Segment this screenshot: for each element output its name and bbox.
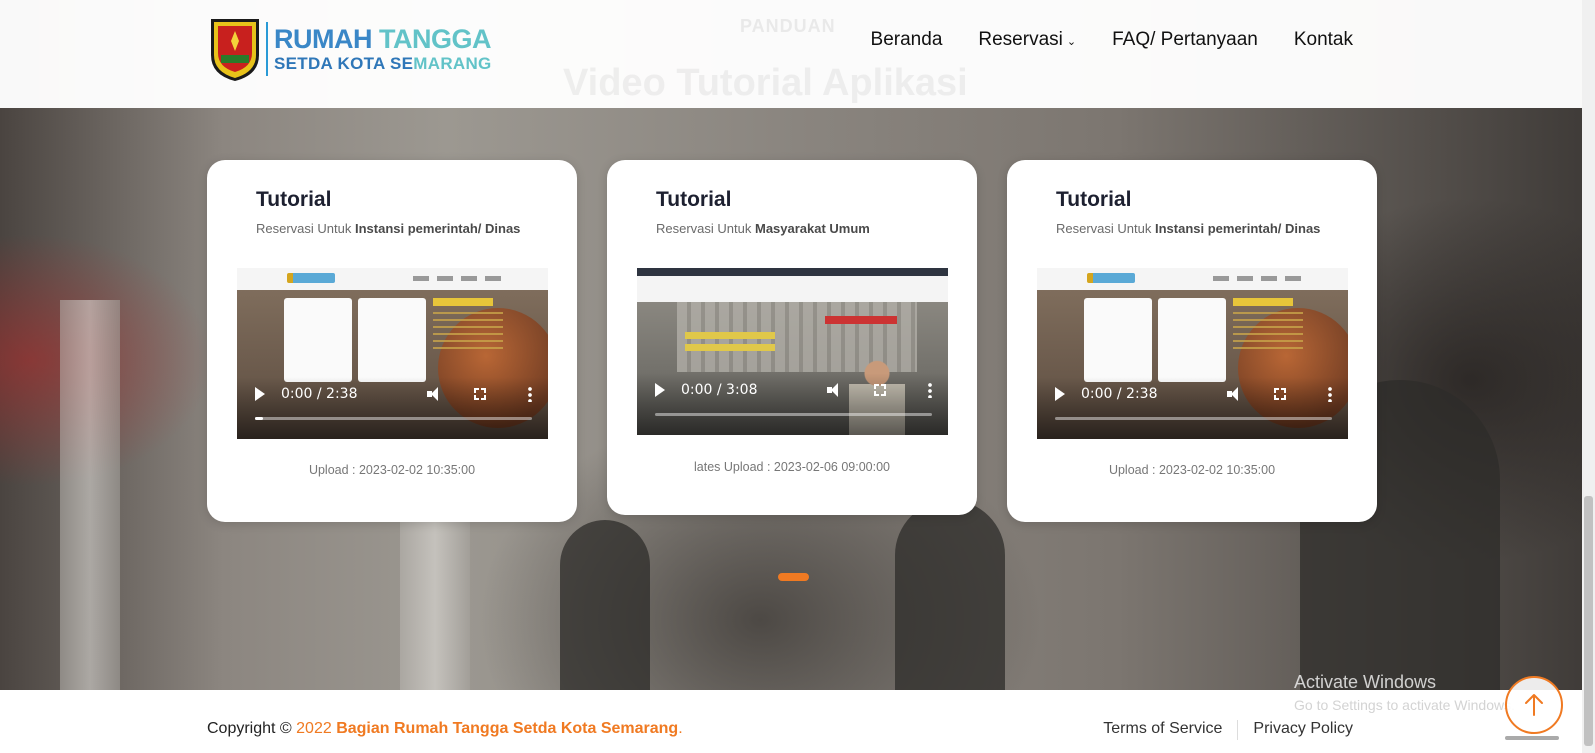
copyright-prefix: Copyright ©: [207, 720, 297, 737]
video-time: 0:00 / 2:38: [1081, 386, 1158, 402]
windows-activation-watermark: Activate Windows Go to Settings to activ…: [1294, 672, 1515, 713]
subtitle-bold: Instansi pemerintah/ Dinas: [354, 221, 521, 236]
card-title: Tutorial: [1056, 188, 1132, 211]
video-player[interactable]: 0:00 / 3:08: [637, 268, 948, 435]
video-controls: 0:00 / 2:38: [237, 377, 548, 439]
fullscreen-icon[interactable]: [872, 382, 888, 398]
card-subtitle: Reservasi Untuk Instansi pemerintah/ Din…: [256, 221, 520, 236]
arrow-up-icon: [1525, 694, 1543, 716]
nav-beranda[interactable]: Beranda: [871, 29, 943, 51]
tutorial-card: Tutorial Reservasi Untuk Masyarakat Umum…: [607, 160, 977, 515]
play-icon[interactable]: [255, 387, 265, 401]
card-subtitle: Reservasi Untuk Masyarakat Umum: [656, 221, 870, 236]
fullscreen-icon[interactable]: [472, 386, 488, 402]
video-controls: 0:00 / 2:38: [1037, 377, 1348, 439]
watermark-line1: Activate Windows: [1294, 672, 1437, 692]
carousel-dot-active[interactable]: [778, 573, 809, 581]
play-icon[interactable]: [655, 383, 665, 397]
copyright-org: Bagian Rumah Tangga Setda Kota Semarang: [336, 720, 679, 737]
footer-divider: [1237, 720, 1239, 740]
upload-date: Upload : 2023-02-02 10:35:00: [1108, 463, 1276, 477]
subtitle-prefix: Reservasi Untuk: [1056, 221, 1155, 236]
video-progress-bar[interactable]: [1055, 417, 1332, 420]
video-progress-bar[interactable]: [255, 417, 532, 420]
chevron-down-icon: ⌄: [1066, 35, 1077, 48]
terms-link[interactable]: Terms of Service: [1103, 720, 1222, 740]
volume-icon[interactable]: [826, 382, 842, 398]
logo-word-marang: MARANG: [413, 54, 492, 73]
volume-icon[interactable]: [1226, 386, 1242, 402]
more-options-icon[interactable]: [1328, 386, 1332, 402]
site-header: PANDUAN Video Tutorial Aplikasi RUMAH TA…: [0, 0, 1582, 108]
section-subtitle: PANDUAN: [740, 16, 836, 36]
video-time: 0:00 / 3:08: [681, 382, 758, 398]
play-icon[interactable]: [1055, 387, 1065, 401]
page-scrollbar[interactable]: [1582, 0, 1595, 753]
volume-icon[interactable]: [426, 386, 442, 402]
nav-kontak[interactable]: Kontak: [1294, 29, 1353, 51]
scroll-to-top-button[interactable]: [1505, 676, 1563, 734]
copyright: Copyright © 2022 Bagian Rumah Tangga Set…: [207, 720, 683, 738]
nav-label: FAQ/ Pertanyaan: [1112, 29, 1258, 50]
video-player[interactable]: 0:00 / 2:38: [237, 268, 548, 439]
copyright-period: .: [678, 720, 683, 737]
logo-divider: [266, 22, 268, 76]
section-title: Video Tutorial Aplikasi: [563, 62, 968, 104]
card-title: Tutorial: [656, 188, 732, 211]
city-emblem-icon: [208, 15, 262, 83]
more-options-icon[interactable]: [528, 386, 532, 402]
nav-reservasi[interactable]: Reservasi ⌄: [978, 29, 1076, 51]
footer-links: Terms of Service Privacy Policy: [1103, 720, 1353, 740]
subtitle-bold: Instansi pemerintah/ Dinas: [1154, 221, 1321, 236]
fullscreen-icon[interactable]: [1272, 386, 1288, 402]
video-controls: 0:00 / 3:08: [637, 373, 948, 435]
watermark-line2: Go to Settings to activate Windows.: [1294, 697, 1515, 713]
scrollbar-thumb[interactable]: [1584, 496, 1593, 746]
subtitle-prefix: Reservasi Untuk: [256, 221, 355, 236]
upload-date: lates Upload : 2023-02-06 09:00:00: [694, 460, 890, 474]
nav-label: Kontak: [1293, 29, 1353, 50]
tutorial-card: Tutorial Reservasi Untuk Instansi pemeri…: [1007, 160, 1377, 522]
logo-text: RUMAH TANGGA SETDA KOTA SEMARANG: [274, 24, 492, 73]
copyright-year: 2022: [296, 720, 332, 737]
tutorial-card: Tutorial Reservasi Untuk Instansi pemeri…: [207, 160, 577, 522]
logo-word-setda: SETDA KOTA SE: [274, 54, 414, 73]
video-time: 0:00 / 2:38: [281, 386, 358, 402]
logo-word-tangga: TANGGA: [379, 24, 492, 54]
logo-word-rumah: RUMAH: [274, 24, 373, 54]
tutorial-carousel: Tutorial Reservasi Untuk Instansi pemeri…: [207, 160, 1377, 522]
video-progress-bar[interactable]: [655, 413, 932, 416]
privacy-link[interactable]: Privacy Policy: [1253, 720, 1353, 740]
progress-fill: [255, 417, 264, 420]
upload-date: Upload : 2023-02-02 10:35:00: [308, 463, 476, 477]
more-options-icon[interactable]: [928, 382, 932, 398]
video-player[interactable]: 0:00 / 2:38: [1037, 268, 1348, 439]
subtitle-prefix: Reservasi Untuk: [656, 221, 755, 236]
scroll-to-top-shadow: [1505, 736, 1559, 740]
site-logo[interactable]: RUMAH TANGGA SETDA KOTA SEMARANG: [208, 14, 492, 84]
nav-label: Reservasi: [978, 29, 1063, 50]
subtitle-bold: Masyarakat Umum: [754, 221, 870, 236]
nav-label: Beranda: [870, 29, 943, 50]
nav-faq[interactable]: FAQ/ Pertanyaan: [1112, 29, 1258, 51]
card-title: Tutorial: [256, 188, 332, 211]
main-nav: Beranda Reservasi ⌄ FAQ/ Pertanyaan Konta…: [871, 29, 1353, 51]
card-subtitle: Reservasi Untuk Instansi pemerintah/ Din…: [1056, 221, 1320, 236]
